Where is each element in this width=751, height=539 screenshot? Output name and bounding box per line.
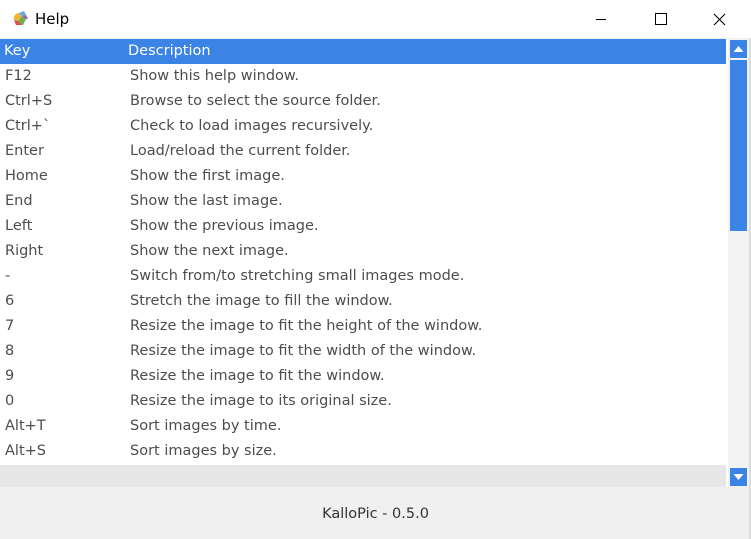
row-key: Right [5,243,44,259]
table-row[interactable]: Ctrl+S Browse to select the source folde… [0,89,726,114]
title-bar[interactable]: Help [0,0,751,38]
row-description: Resize the image to fit the window. [130,368,385,384]
row-key: Enter [5,143,44,159]
version-label: KalloPic - 0.5.0 [322,506,429,522]
row-description: Show the next image. [130,243,289,259]
window-title: Help [35,10,70,28]
row-description: Browse to select the source folder. [130,93,381,109]
close-icon [713,13,726,26]
row-key: Ctrl+S [5,93,53,109]
row-description: Resize the image to its original size. [130,393,392,409]
scroll-down-button[interactable] [728,467,749,487]
row-key: 6 [5,293,15,309]
row-description: Resize the image to fit the width of the… [130,343,477,359]
scroll-up-arrow-icon [730,40,747,58]
row-description: Stretch the image to fill the window. [130,293,393,309]
row-description: Show the last image. [130,193,283,209]
table-row[interactable]: 6 Stretch the image to fill the window. [0,289,726,314]
row-key: 8 [5,343,15,359]
row-key: Alt+S [5,443,46,459]
row-description: Sort images by time. [130,418,282,434]
table-row[interactable]: Ctrl+` Check to load images recursively. [0,114,726,139]
close-button[interactable] [697,0,743,38]
table-row[interactable]: - Switch from/to stretching small images… [0,264,726,289]
vertical-scrollbar[interactable] [728,39,749,487]
row-key: End [5,193,33,209]
row-description: Load/reload the current folder. [130,143,351,159]
row-key: Alt+T [5,418,46,434]
row-key: 0 [5,393,15,409]
horizontal-scrollbar[interactable] [0,465,726,487]
row-description: Resize the image to fit the height of th… [130,318,483,334]
table-row[interactable]: 9 Resize the image to fit the window. [0,364,726,389]
table-row[interactable]: Right Show the next image. [0,239,726,264]
column-header-key[interactable]: Key [4,39,30,64]
row-key: 7 [5,318,15,334]
list-rows: F12 Show this help window. Ctrl+S Browse… [0,64,726,464]
table-row[interactable]: Home Show the first image. [0,164,726,189]
table-row[interactable]: Enter Load/reload the current folder. [0,139,726,164]
row-key: Left [5,218,33,234]
row-key: F12 [5,68,32,84]
table-row[interactable]: 7 Resize the image to fit the height of … [0,314,726,339]
row-key: Home [5,168,48,184]
scrollbar-thumb[interactable] [730,60,747,231]
maximize-button[interactable] [637,0,683,38]
scroll-up-button[interactable] [728,39,749,59]
kallopic-app-icon [11,9,30,28]
column-header-description[interactable]: Description [128,39,211,64]
minimize-icon [596,19,606,20]
row-key: 9 [5,368,15,384]
row-key: Ctrl+` [5,118,51,134]
minimize-button[interactable] [583,0,629,38]
scroll-down-arrow-icon [730,468,747,486]
table-row[interactable]: 8 Resize the image to fit the width of t… [0,339,726,364]
table-row[interactable]: 0 Resize the image to its original size. [0,389,726,414]
maximize-icon [655,13,667,25]
row-key: - [5,268,11,284]
row-description: Show this help window. [130,68,300,84]
row-description: Switch from/to stretching small images m… [130,268,465,284]
table-row[interactable]: Alt+S Sort images by size. [0,439,726,464]
help-window: Help Key Description F12 Show this help … [0,0,751,539]
table-row[interactable]: Alt+T Sort images by time. [0,414,726,439]
table-row[interactable]: F12 Show this help window. [0,64,726,89]
row-description: Show the first image. [130,168,285,184]
row-description: Check to load images recursively. [130,118,374,134]
table-row[interactable]: Left Show the previous image. [0,214,726,239]
row-description: Sort images by size. [130,443,277,459]
row-description: Show the previous image. [130,218,319,234]
help-list[interactable]: Key Description F12 Show this help windo… [0,39,751,487]
list-header: Key Description [0,39,726,64]
table-row[interactable]: End Show the last image. [0,189,726,214]
